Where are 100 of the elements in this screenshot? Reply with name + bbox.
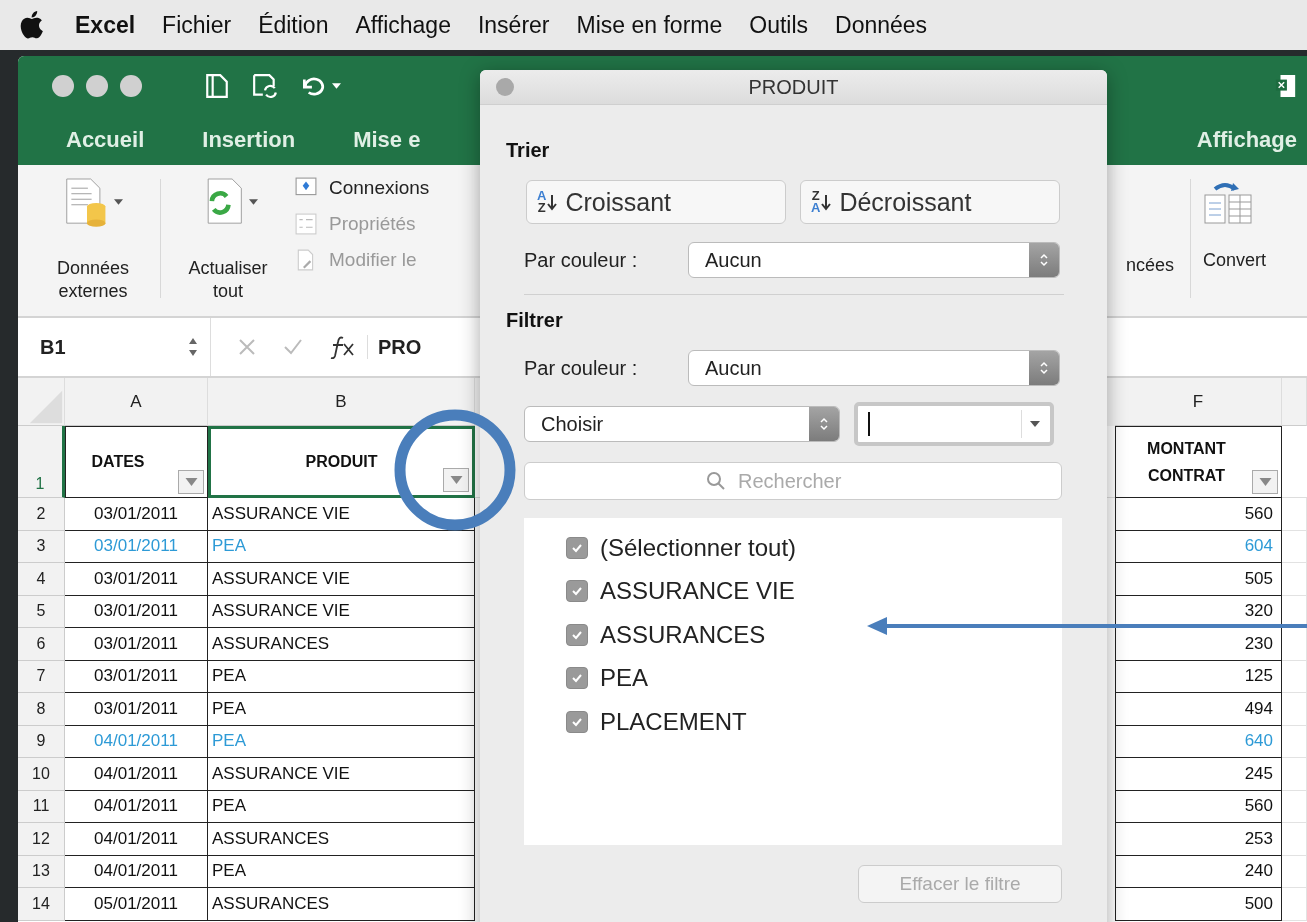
row-header[interactable]: 11 bbox=[18, 790, 65, 823]
external-data-button[interactable]: Données externes bbox=[32, 171, 154, 306]
header-cell[interactable]: DATES bbox=[65, 426, 208, 498]
checkbox[interactable] bbox=[566, 536, 588, 559]
filter-button[interactable] bbox=[178, 470, 204, 494]
menu-item[interactable]: Mise en forme bbox=[576, 11, 723, 39]
row-header[interactable]: 14 bbox=[18, 888, 65, 921]
ribbon-tab[interactable]: Insertion bbox=[202, 127, 296, 153]
empty-cell bbox=[1282, 823, 1307, 856]
ribbon-label[interactable]: ncées bbox=[1125, 255, 1174, 276]
section-label: Trier bbox=[506, 139, 550, 162]
search-icon bbox=[706, 471, 726, 491]
convert-button[interactable]: Convert bbox=[1197, 171, 1307, 306]
table-cell: 240 bbox=[1115, 855, 1282, 888]
section-label: Filtrer bbox=[506, 309, 563, 332]
row-header[interactable]: 1 bbox=[18, 426, 65, 498]
checkbox[interactable] bbox=[566, 667, 588, 690]
checkbox[interactable] bbox=[566, 623, 588, 646]
empty-cell bbox=[1282, 563, 1307, 596]
table-cell: 245 bbox=[1115, 758, 1282, 791]
up-down-arrows-icon bbox=[1039, 360, 1049, 376]
formula-input[interactable]: PRO bbox=[378, 335, 422, 359]
row-header[interactable]: 10 bbox=[18, 758, 65, 791]
row-header[interactable]: 4 bbox=[18, 563, 65, 596]
filter-button[interactable] bbox=[1252, 470, 1278, 494]
menu-item[interactable]: Outils bbox=[749, 11, 809, 39]
filter-color-select[interactable]: Aucun bbox=[688, 350, 1060, 386]
empty-cell bbox=[1282, 693, 1307, 726]
check-icon[interactable] bbox=[283, 337, 303, 357]
stepper-icon[interactable] bbox=[188, 336, 198, 358]
header-cell[interactable]: MONTANT CONTRAT bbox=[1115, 426, 1282, 498]
caret-icon bbox=[113, 199, 123, 205]
empty-cell bbox=[1282, 888, 1307, 921]
row-header[interactable]: 6 bbox=[18, 628, 65, 661]
field-label: Par couleur : bbox=[524, 356, 639, 380]
empty-cell bbox=[1282, 725, 1307, 758]
sort-color-select[interactable]: Aucun bbox=[688, 242, 1060, 278]
table-cell: PEA bbox=[208, 725, 475, 758]
table-cell: 230 bbox=[1115, 628, 1282, 661]
caret-icon[interactable] bbox=[1030, 421, 1040, 427]
table-cell: 03/01/2011 bbox=[65, 563, 208, 596]
sidebar-icon[interactable] bbox=[204, 72, 230, 99]
checkbox-label[interactable]: ASSURANCE VIE bbox=[600, 577, 795, 606]
properties-icon bbox=[295, 213, 317, 235]
header-cell[interactable]: PRODUIT bbox=[208, 426, 475, 498]
empty-cell bbox=[1282, 530, 1307, 563]
column-header[interactable]: F bbox=[1115, 378, 1282, 426]
close-button[interactable] bbox=[496, 78, 514, 96]
name-box[interactable]: B1 bbox=[18, 318, 211, 376]
menu-item[interactable]: Fichier bbox=[162, 11, 232, 39]
ribbon-tab[interactable]: Mise e bbox=[353, 127, 421, 153]
table-cell: ASSURANCE VIE bbox=[208, 758, 475, 791]
row-header[interactable]: 12 bbox=[18, 823, 65, 856]
column-header[interactable]: B bbox=[208, 378, 475, 426]
row-header[interactable]: 8 bbox=[18, 693, 65, 726]
close-button[interactable] bbox=[52, 74, 74, 97]
checkbox-label[interactable]: PLACEMENT bbox=[600, 707, 747, 736]
menu-item[interactable]: Insérer bbox=[477, 11, 550, 39]
up-down-arrows-icon bbox=[819, 416, 829, 432]
search-field[interactable]: Rechercher bbox=[524, 462, 1062, 500]
search-input[interactable]: Rechercher bbox=[736, 468, 880, 494]
table-cell: PEA bbox=[208, 660, 475, 693]
menu-item[interactable]: Données bbox=[835, 11, 928, 39]
empty-cell bbox=[1282, 628, 1307, 661]
table-cell: 604 bbox=[1115, 530, 1282, 563]
connections-button[interactable]: Connexions bbox=[295, 177, 430, 199]
row-header[interactable]: 7 bbox=[18, 660, 65, 693]
row-header[interactable]: 13 bbox=[18, 855, 65, 888]
zoom-button[interactable] bbox=[120, 74, 142, 97]
checkbox-label[interactable]: PEA bbox=[600, 664, 649, 693]
table-cell: 560 bbox=[1115, 790, 1282, 823]
table-cell: 03/01/2011 bbox=[65, 530, 208, 563]
checkbox[interactable] bbox=[566, 710, 588, 733]
sort-descending-button[interactable]: Z A Décroissant bbox=[800, 180, 1060, 224]
row-header[interactable]: 3 bbox=[18, 530, 65, 563]
minimize-button[interactable] bbox=[86, 74, 108, 97]
checkbox[interactable] bbox=[566, 580, 588, 603]
row-header[interactable]: 9 bbox=[18, 725, 65, 758]
sort-ascending-button[interactable]: A Z Croissant bbox=[526, 180, 786, 224]
refresh-all-button[interactable]: Actualiser tout bbox=[167, 171, 289, 306]
row-header[interactable]: 2 bbox=[18, 498, 65, 531]
ribbon-tab[interactable]: Accueil bbox=[66, 127, 145, 153]
menu-item[interactable]: Édition bbox=[258, 11, 329, 39]
ribbon-tab[interactable]: Affichage bbox=[1196, 127, 1297, 153]
table-cell: 505 bbox=[1115, 563, 1282, 596]
column-header[interactable]: A bbox=[65, 378, 208, 426]
caret-icon[interactable] bbox=[332, 82, 341, 89]
function-icon[interactable] bbox=[329, 335, 368, 359]
apple-icon[interactable] bbox=[20, 11, 44, 39]
filter-button[interactable] bbox=[443, 468, 469, 492]
table-cell: 04/01/2011 bbox=[65, 823, 208, 856]
menu-item[interactable]: Affichage bbox=[355, 11, 451, 39]
cancel-icon[interactable] bbox=[237, 337, 257, 357]
save-icon[interactable] bbox=[252, 72, 278, 99]
condition-select[interactable]: Choisir bbox=[524, 406, 840, 442]
checkbox-label[interactable]: ASSURANCES bbox=[600, 620, 766, 649]
menu-item[interactable]: Excel bbox=[75, 11, 136, 39]
table-cell: ASSURANCE VIE bbox=[208, 498, 475, 531]
row-header[interactable]: 5 bbox=[18, 595, 65, 628]
checkbox-label[interactable]: (Sélectionner tout) bbox=[600, 533, 797, 562]
